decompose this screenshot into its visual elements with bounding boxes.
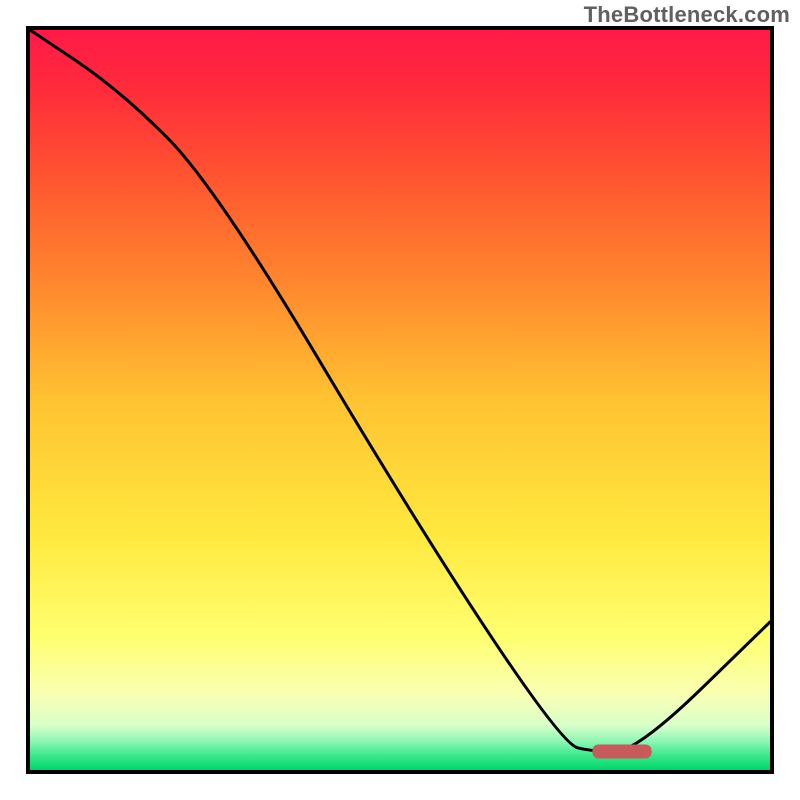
- chart-svg: [30, 30, 770, 770]
- optimum-marker: [592, 745, 651, 759]
- gradient-background: [30, 30, 770, 770]
- watermark-text: TheBottleneck.com: [584, 2, 790, 28]
- chart-frame: TheBottleneck.com: [0, 0, 800, 800]
- plot-area: [26, 26, 774, 774]
